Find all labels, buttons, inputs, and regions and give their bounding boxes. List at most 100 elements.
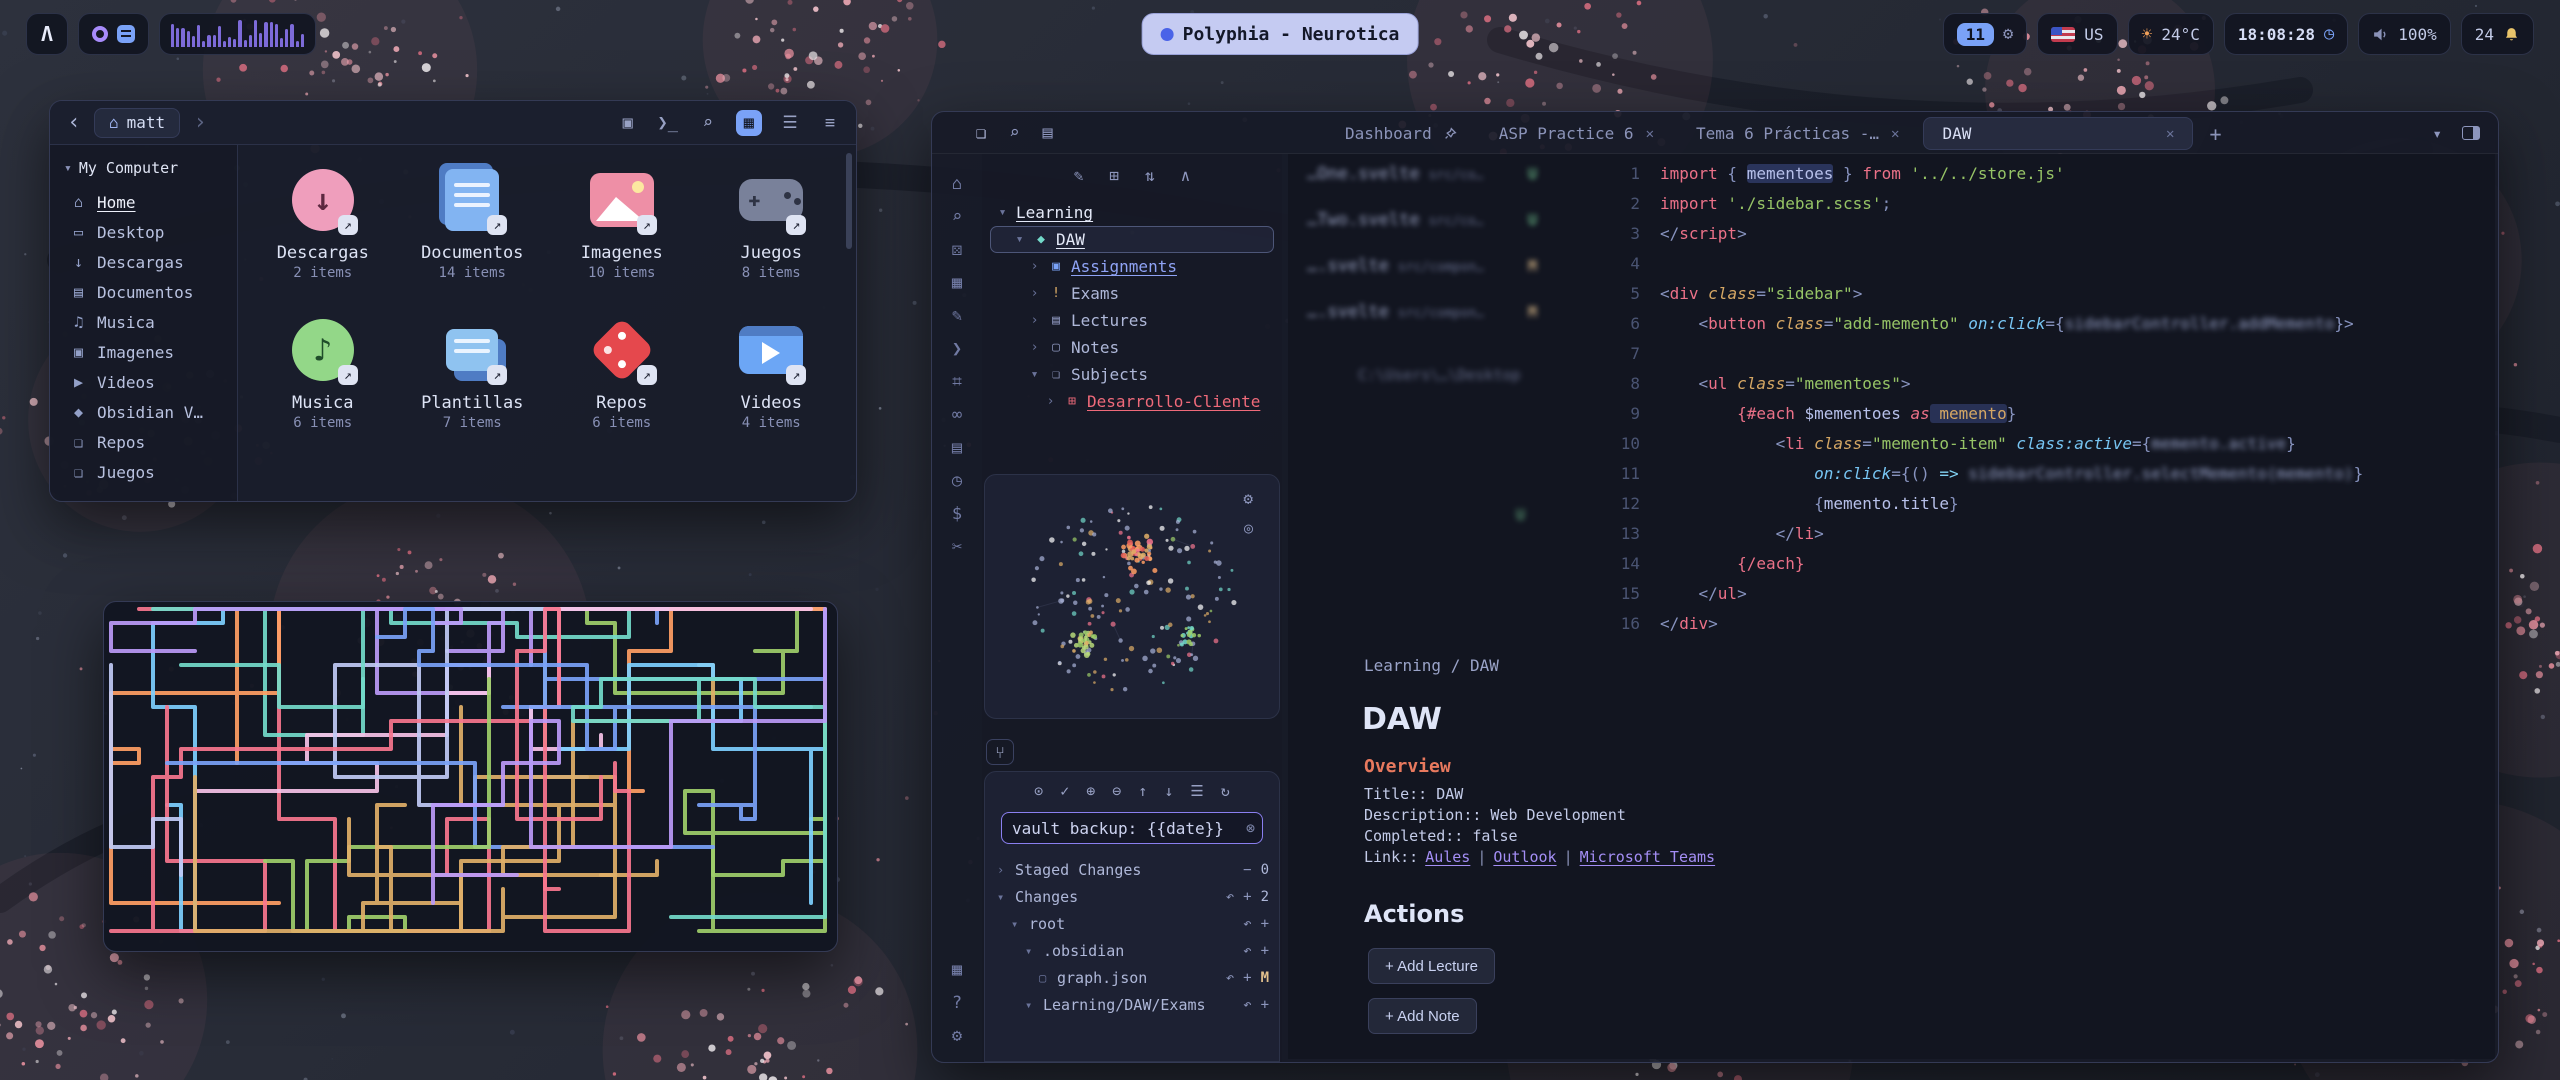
chevron-down-icon[interactable]: ▾ xyxy=(1028,367,1041,382)
search-icon[interactable]: ⌕ xyxy=(696,113,720,133)
stage-icon[interactable]: + xyxy=(1261,916,1269,932)
new-folder-icon[interactable]: ⊞ xyxy=(1109,166,1119,185)
sidebar-item-musica[interactable]: ♫Musica xyxy=(50,307,237,337)
discard-icon[interactable]: ↶ xyxy=(1243,943,1251,959)
chevron-down-icon[interactable]: ▾ xyxy=(1011,917,1023,931)
vault-switcher-icon[interactable]: ▦ xyxy=(952,960,962,980)
tab-list-chevron-icon[interactable]: ▾ xyxy=(2432,124,2442,143)
folder-item[interactable]: ↓↗Descargas2 items xyxy=(248,153,398,303)
discard-icon[interactable]: ↶ xyxy=(1226,970,1234,986)
volume-widget[interactable]: 100% xyxy=(2358,13,2451,55)
git-row-changes[interactable]: ▾Changes↶+2 xyxy=(995,883,1269,910)
git-row-root[interactable]: ▾root↶+ xyxy=(995,910,1269,937)
discard-icon[interactable]: ↶ xyxy=(1243,916,1251,932)
breadcrumb[interactable]: Learning / DAW xyxy=(1364,656,1499,675)
notifications-widget[interactable]: 24 xyxy=(2461,13,2534,55)
external-link-outlook[interactable]: Outlook xyxy=(1493,848,1556,866)
tree-item-daw[interactable]: ▾◆DAW xyxy=(990,226,1274,253)
weather-widget[interactable]: ☀ 24°C xyxy=(2128,13,2214,55)
tab-daw[interactable]: DAW✕ xyxy=(1923,117,2193,150)
git-row-staged-changes[interactable]: ›Staged Changes−0 xyxy=(995,856,1269,883)
help-icon[interactable]: ? xyxy=(952,993,962,1013)
sidebar-item-repos[interactable]: ❏Repos xyxy=(50,427,237,457)
sidebar-item-documentos[interactable]: ▤Documentos xyxy=(50,277,237,307)
tree-item-learning[interactable]: ▾Learning xyxy=(990,199,1274,226)
tree-item-desarrollo-cliente[interactable]: ›⊞Desarrollo-Cliente xyxy=(990,388,1274,415)
sort-icon[interactable]: ⇅ xyxy=(1145,166,1155,185)
pull-icon[interactable]: ↓ xyxy=(1164,782,1173,800)
daily-note-icon[interactable]: ✎ xyxy=(952,306,962,326)
settings-icon[interactable]: ⚙ xyxy=(952,1026,962,1046)
clock-widget[interactable]: 18:08:28 ◷ xyxy=(2224,13,2348,55)
chevron-down-icon[interactable]: ▾ xyxy=(996,205,1009,220)
chevron-right-icon[interactable]: › xyxy=(1028,259,1041,274)
tab-asp-practice-6[interactable]: ASP Practice 6✕ xyxy=(1481,117,1672,150)
sidebar-item-obsidianv[interactable]: ◆Obsidian V… xyxy=(50,397,237,427)
file-manager-titlebar[interactable]: ‹ ⌂ matt › ▣❯_⌕▦☰≡ xyxy=(50,101,856,145)
notes-widget-icon[interactable] xyxy=(117,25,135,43)
push-icon[interactable]: ↑ xyxy=(1138,782,1147,800)
layout-icon[interactable] xyxy=(2462,126,2480,140)
sidebar-item-desktop[interactable]: ▭Desktop xyxy=(50,217,237,247)
clear-input-icon[interactable]: ⊗ xyxy=(1246,819,1255,837)
folder-item[interactable]: ♪↗Musica6 items xyxy=(248,303,398,453)
quick-widgets[interactable] xyxy=(78,13,149,55)
collapse-all-icon[interactable]: ∧ xyxy=(1181,166,1191,185)
chevron-down-icon[interactable]: ▾ xyxy=(1013,232,1026,247)
search-icon[interactable]: ⌕ xyxy=(952,207,962,227)
close-tab-icon[interactable]: ✕ xyxy=(1891,126,1899,142)
tab-dashboard[interactable]: Dashboard xyxy=(1327,117,1475,150)
tree-item-lectures[interactable]: ›▤Lectures xyxy=(990,307,1274,334)
git-row-graph-json[interactable]: ▢graph.json↶+M xyxy=(995,964,1269,991)
local-graph-panel[interactable]: ⚙ ◎ xyxy=(984,474,1280,719)
commit-message-input[interactable] xyxy=(1001,812,1263,844)
launcher-button[interactable]: Λ xyxy=(26,13,68,55)
location-tab[interactable]: ⌂ matt xyxy=(94,108,180,138)
unstage-all-icon[interactable]: ⊖ xyxy=(1112,782,1121,800)
dice-icon[interactable]: ⚄ xyxy=(952,240,962,260)
files-pane-icon[interactable]: ❏ xyxy=(976,123,986,143)
git-row-learning-daw-exams[interactable]: ▾Learning/DAW/Exams↶+ xyxy=(995,991,1269,1018)
chevron-down-icon[interactable]: ▾ xyxy=(1025,998,1037,1012)
sidebar-section-header[interactable]: ▾ My Computer xyxy=(50,159,237,177)
graph-focus-icon[interactable]: ◎ xyxy=(1244,519,1253,537)
chevron-right-icon[interactable]: › xyxy=(1028,313,1041,328)
grid-view-icon[interactable]: ▦ xyxy=(736,110,762,136)
tree-item-subjects[interactable]: ▾❏Subjects xyxy=(990,361,1274,388)
chevron-right-icon[interactable]: › xyxy=(1028,286,1041,301)
folder-item[interactable]: ↗Juegos8 items xyxy=(697,153,847,303)
tree-item-assignments[interactable]: ›▣Assignments xyxy=(990,253,1274,280)
commit-icon[interactable]: ✓ xyxy=(1060,782,1069,800)
sidebar-item-imagenes[interactable]: ▣Imagenes xyxy=(50,337,237,367)
refresh-icon[interactable]: ↻ xyxy=(1221,782,1230,800)
scrollbar[interactable] xyxy=(846,153,852,249)
folder-item[interactable]: ↗Imagenes10 items xyxy=(547,153,697,303)
add-lecture-button[interactable]: + Add Lecture xyxy=(1368,948,1495,984)
snippets-icon[interactable]: ✂ xyxy=(952,537,962,557)
folder-item[interactable]: ↗Videos4 items xyxy=(697,303,847,453)
forward-button[interactable]: › xyxy=(190,110,210,135)
terminal-icon[interactable]: ❯ xyxy=(952,339,962,359)
chevron-down-icon[interactable]: ▾ xyxy=(997,890,1009,904)
tree-item-exams[interactable]: ›!Exams xyxy=(990,280,1274,307)
sidebar-item-descargas[interactable]: ↓Descargas xyxy=(50,247,237,277)
discard-icon[interactable]: ↶ xyxy=(1226,889,1234,905)
external-link-microsoft-teams[interactable]: Microsoft Teams xyxy=(1580,848,1715,866)
folder-item[interactable]: ↗Documentos14 items xyxy=(398,153,548,303)
stage-all-icon[interactable]: ⊕ xyxy=(1086,782,1095,800)
now-playing-widget[interactable]: Polyphia - Neurotica xyxy=(1142,13,1419,55)
external-link-aules[interactable]: Aules xyxy=(1425,848,1470,866)
clock-icon[interactable]: ◷ xyxy=(952,471,962,491)
menu-icon[interactable]: ≡ xyxy=(818,113,842,133)
discard-icon[interactable]: ↶ xyxy=(1243,997,1251,1013)
tab-tema-6-pr-cticas-[interactable]: Tema 6 Prácticas -…✕ xyxy=(1678,117,1917,150)
change-list-icon[interactable]: ☰ xyxy=(1190,782,1203,800)
back-button[interactable]: ‹ xyxy=(64,110,84,135)
tree-item-notes[interactable]: ›▢Notes xyxy=(990,334,1274,361)
sync-icon[interactable]: ∞ xyxy=(952,405,962,425)
chevron-right-icon[interactable]: › xyxy=(1044,394,1057,409)
donate-icon[interactable]: $ xyxy=(952,504,962,524)
sidebar-item-videos[interactable]: ▶Videos xyxy=(50,367,237,397)
book-icon[interactable]: ▤ xyxy=(952,438,962,458)
chevron-right-icon[interactable]: › xyxy=(1028,340,1041,355)
